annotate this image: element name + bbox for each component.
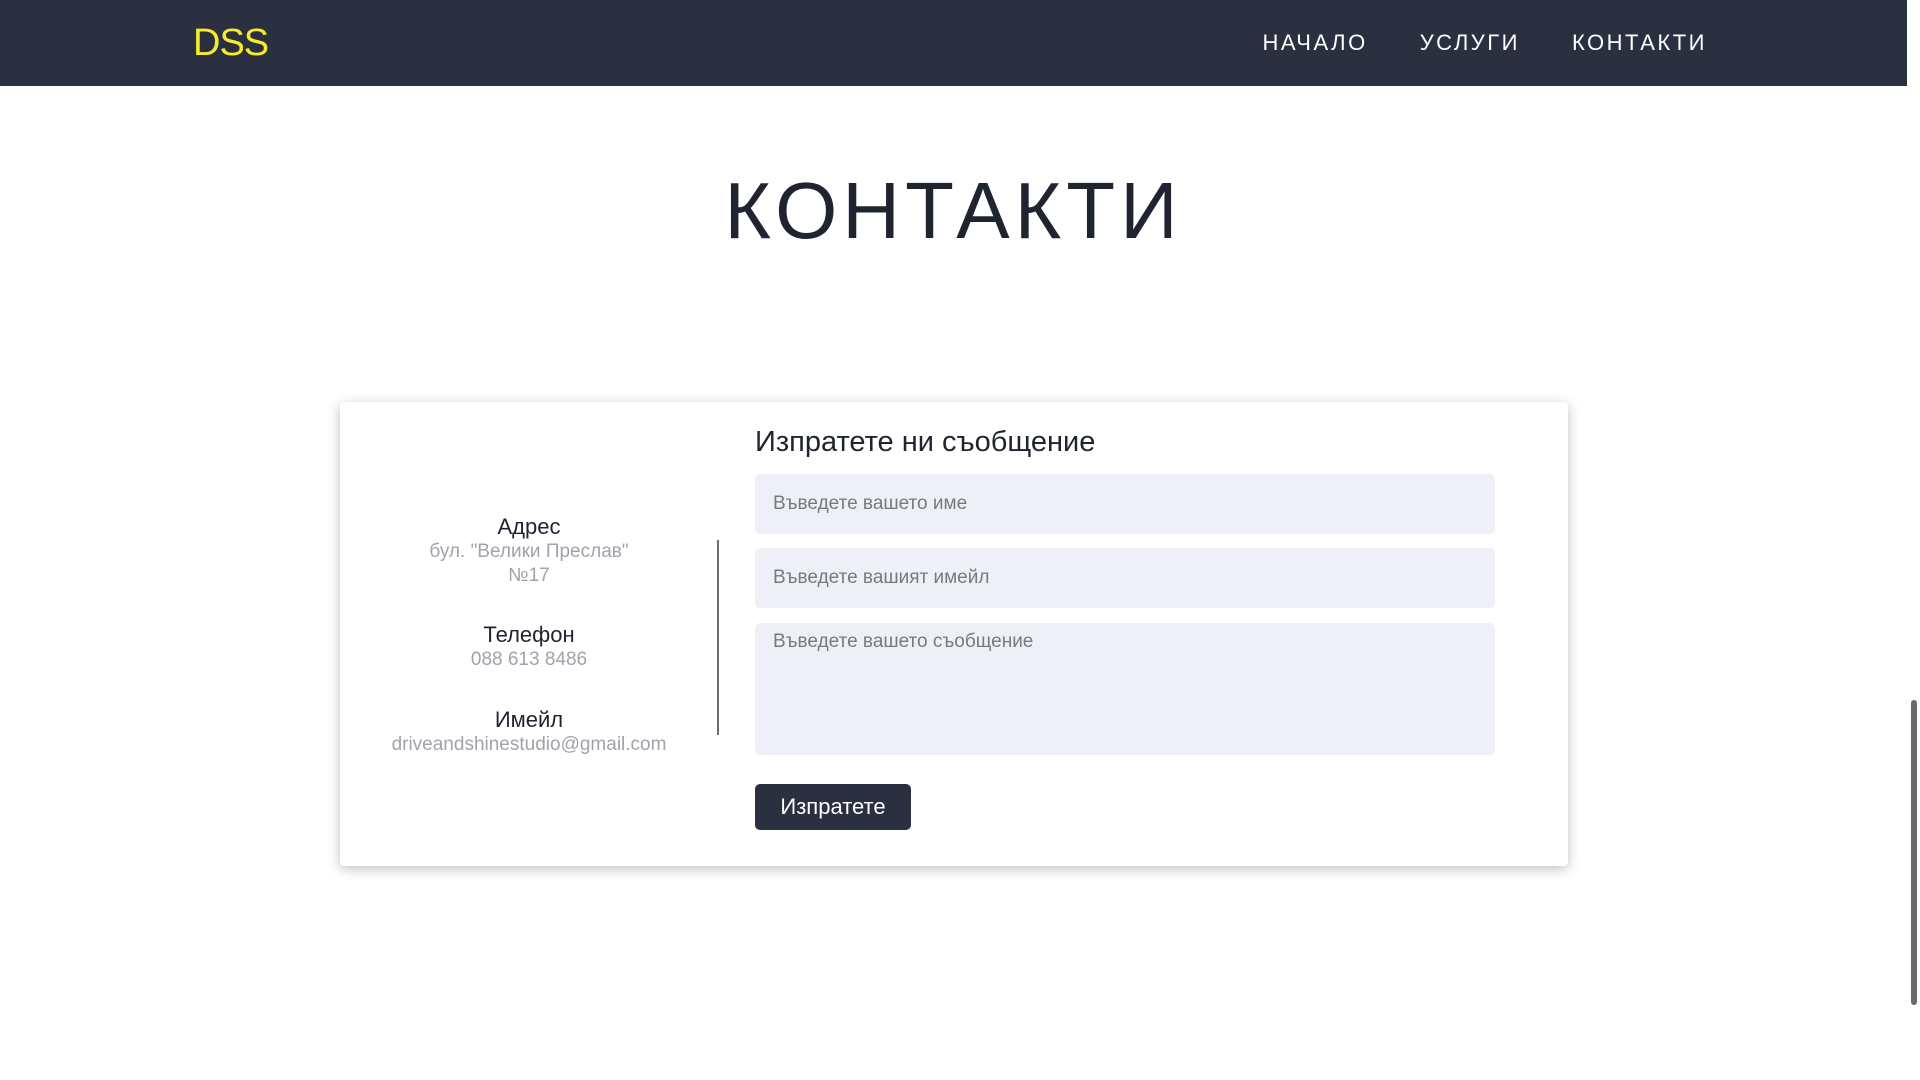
- submit-button[interactable]: Изпратете: [755, 784, 911, 830]
- contact-info: Адрес бул. "Велики Преслав" №17 Телефон …: [340, 402, 718, 866]
- nav-link-services[interactable]: УСЛУГИ: [1420, 30, 1520, 56]
- form-title: Изпратете ни съобщение: [755, 426, 1096, 458]
- email-input[interactable]: [755, 548, 1495, 608]
- nav-link-contacts[interactable]: КОНТАКТИ: [1572, 30, 1707, 56]
- scrollbar[interactable]: [1907, 0, 1920, 1080]
- contact-card: Адрес бул. "Велики Преслав" №17 Телефон …: [340, 402, 1568, 866]
- nav-link-home[interactable]: НАЧАЛО: [1262, 30, 1367, 56]
- phone-label: Телефон: [483, 622, 575, 647]
- address-block: Адрес бул. "Велики Преслав" №17: [340, 514, 718, 588]
- message-textarea[interactable]: [755, 623, 1495, 755]
- email-value: driveandshinestudio@gmail.com: [391, 734, 667, 755]
- name-input[interactable]: [755, 474, 1495, 534]
- address-label: Адрес: [497, 514, 561, 539]
- nav-links: НАЧАЛО УСЛУГИ КОНТАКТИ: [1262, 0, 1707, 86]
- navbar: DSS НАЧАЛО УСЛУГИ КОНТАКТИ: [0, 0, 1907, 86]
- address-line-2: №17: [508, 565, 550, 586]
- address-line-1: бул. "Велики Преслав": [429, 541, 629, 562]
- page-title: КОНТАКТИ: [724, 166, 1183, 255]
- email-label: Имейл: [494, 707, 564, 732]
- phone-block: Телефон 088 613 8486: [340, 622, 718, 672]
- address-value: бул. "Велики Преслав" №17: [340, 540, 718, 588]
- message-form: Изпратете ни съобщение Изпратете: [755, 402, 1495, 866]
- email-block: Имейл driveandshinestudio@gmail.com: [340, 707, 718, 757]
- vertical-divider: [717, 540, 719, 735]
- scrollbar-thumb[interactable]: [1911, 700, 1917, 1005]
- logo[interactable]: DSS: [193, 22, 269, 65]
- phone-value: 088 613 8486: [470, 649, 588, 670]
